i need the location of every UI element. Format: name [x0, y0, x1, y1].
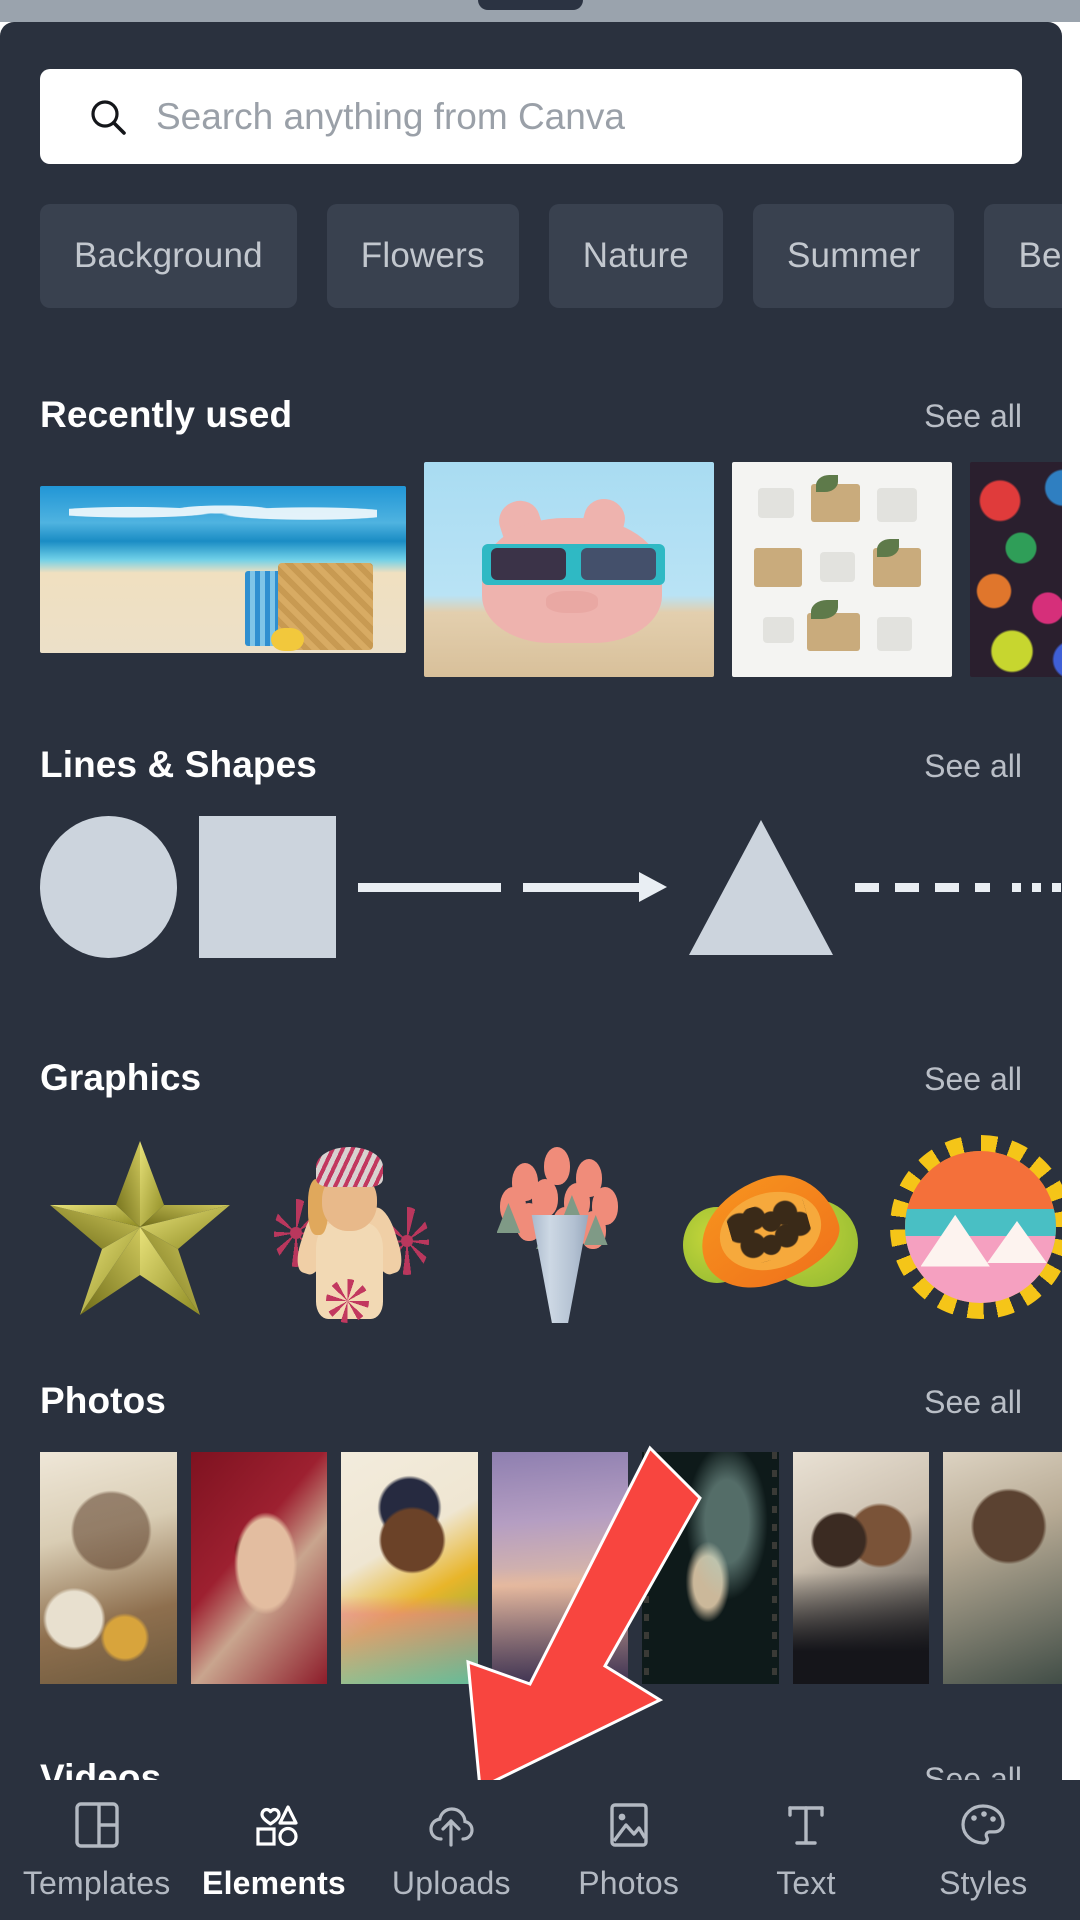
canva-elements-panel-screen: Background Flowers Nature Summer Beach R… [0, 0, 1080, 1920]
photos-icon [609, 1802, 648, 1847]
chip-summer[interactable]: Summer [752, 204, 955, 308]
templates-icon [74, 1801, 119, 1848]
nav-label: Uploads [391, 1864, 511, 1901]
nav-item-templates[interactable]: Templates [8, 1780, 185, 1920]
shape-dotted-line[interactable] [1012, 882, 1062, 892]
nav-item-styles[interactable]: Styles [895, 1780, 1072, 1920]
see-all-photos[interactable]: See all [924, 1384, 1022, 1421]
uploads-icon [429, 1806, 474, 1847]
graphics-rail[interactable] [40, 1127, 1062, 1327]
nav-item-uploads[interactable]: Uploads [363, 1780, 540, 1920]
text-icon [788, 1805, 824, 1845]
nav-label: Photos [578, 1864, 680, 1901]
photo-item-mother-and-newborn[interactable] [792, 1452, 930, 1684]
nav-label: Elements [202, 1864, 346, 1901]
shape-square[interactable] [198, 816, 336, 958]
search-bar[interactable] [40, 69, 1022, 164]
section-title: Lines & Shapes [40, 744, 317, 785]
photo-item-sunset-gradient[interactable] [491, 1452, 629, 1684]
see-all-lines-and-shapes[interactable]: See all [924, 748, 1022, 785]
elements-bottom-sheet: Background Flowers Nature Summer Beach R… [0, 22, 1062, 1920]
sheet-drag-handle[interactable] [478, 0, 583, 10]
nav-label: Styles [939, 1864, 1028, 1901]
nav-label: Text [776, 1864, 836, 1901]
nav-item-elements[interactable]: Elements [185, 1780, 362, 1920]
photo-item-woman-with-flowers[interactable] [40, 1452, 177, 1684]
recently-used-item-colorful-abstract[interactable] [970, 462, 1062, 677]
nav-item-photos[interactable]: Photos [540, 1780, 717, 1920]
chip-beach[interactable]: Beach [984, 204, 1062, 308]
recently-used-rail[interactable] [40, 462, 1062, 677]
graphic-papaya-fruit[interactable] [671, 1127, 869, 1327]
photo-item-hand-in-light-beam[interactable] [642, 1452, 779, 1684]
suggested-keyword-chips: Background Flowers Nature Summer Beach [0, 204, 1062, 308]
graphic-gold-star[interactable] [40, 1127, 238, 1327]
bottom-navigation-bar: Templates Elements Uploads Photos Text S… [0, 1780, 1080, 1920]
search-input[interactable] [156, 86, 1022, 147]
styles-icon [961, 1803, 1005, 1845]
section-header-recently-used: Recently used See all [40, 394, 1022, 436]
shape-triangle[interactable] [689, 819, 834, 955]
photo-item-smiling-man[interactable] [943, 1452, 1062, 1684]
see-all-graphics[interactable]: See all [924, 1061, 1022, 1098]
shape-dashed-line[interactable] [855, 882, 991, 892]
section-header-photos: Photos See all [40, 1380, 1022, 1422]
photo-item-hands-holding-flower[interactable] [190, 1452, 328, 1684]
nav-item-text[interactable]: Text [717, 1780, 894, 1920]
photos-rail[interactable] [40, 1452, 1062, 1684]
search-icon [88, 97, 128, 137]
graphic-woman-with-turban[interactable] [250, 1127, 448, 1327]
graphic-round-landscape-badge[interactable] [882, 1127, 1062, 1327]
chip-nature[interactable]: Nature [548, 204, 723, 308]
recently-used-item-beach-with-bag[interactable] [40, 486, 406, 653]
shape-circle[interactable] [40, 816, 177, 958]
elements-icon [256, 1804, 298, 1846]
section-title: Recently used [40, 394, 293, 435]
recently-used-item-piggy-bank[interactable] [424, 462, 714, 677]
chip-background[interactable]: Background [40, 204, 297, 308]
section-title: Graphics [40, 1057, 202, 1098]
section-header-graphics: Graphics See all [40, 1057, 1022, 1099]
status-bar [0, 0, 1080, 22]
chip-flowers[interactable]: Flowers [326, 204, 519, 308]
section-header-lines-and-shapes: Lines & Shapes See all [40, 744, 1022, 786]
recently-used-item-gift-flatlay[interactable] [732, 462, 952, 677]
nav-label: Templates [22, 1864, 171, 1901]
shape-arrow-line[interactable] [522, 872, 668, 902]
graphic-tulip-bouquet[interactable] [461, 1127, 659, 1327]
see-all-recently-used[interactable]: See all [924, 398, 1022, 435]
photo-item-smiling-woman-headwrap[interactable] [341, 1452, 478, 1684]
section-title: Photos [40, 1380, 166, 1421]
lines-and-shapes-rail[interactable] [40, 812, 1062, 962]
shape-straight-line[interactable] [357, 882, 501, 892]
